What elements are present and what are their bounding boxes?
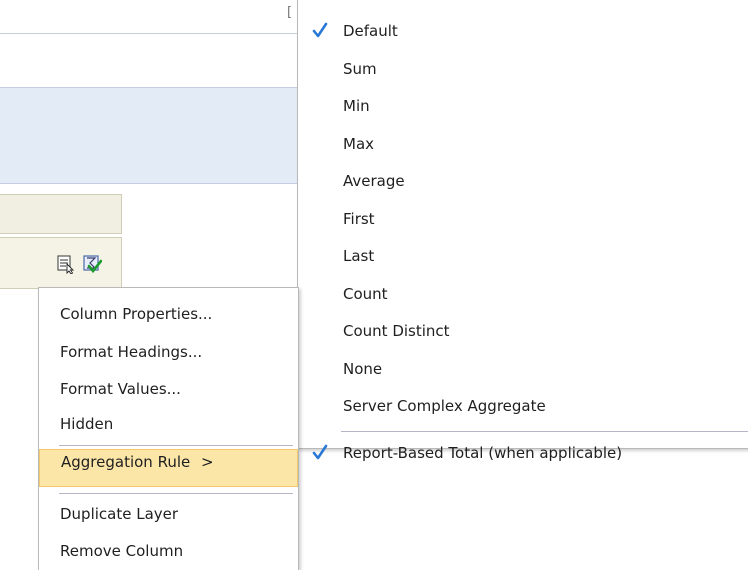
checkmark-icon <box>312 444 328 460</box>
menu-separator <box>59 445 293 446</box>
menu-item-duplicate-layer[interactable]: Duplicate Layer <box>39 499 298 529</box>
submenu-item-label: Count <box>343 285 388 303</box>
submenu-item-report-based-total[interactable]: Report-Based Total (when applicable) <box>298 438 748 468</box>
properties-icon[interactable] <box>56 254 76 274</box>
checklist-icon[interactable] <box>82 254 102 274</box>
submenu-separator <box>341 431 748 432</box>
submenu-item-last[interactable]: Last <box>298 241 748 271</box>
submenu-item-label: Count Distinct <box>343 322 450 340</box>
submenu-item-count[interactable]: Count <box>298 279 748 309</box>
checkmark-icon <box>312 22 328 38</box>
menu-item-label: Format Headings... <box>60 343 203 361</box>
bracket-glyph: [ <box>287 5 293 20</box>
menu-item-label: Format Values... <box>60 380 181 398</box>
submenu-item-average[interactable]: Average <box>298 166 748 196</box>
menu-item-column-properties[interactable]: Column Properties... <box>39 299 298 329</box>
submenu-item-label: Last <box>343 247 375 265</box>
submenu-arrow-icon: > <box>201 453 214 471</box>
submenu-item-default[interactable]: Default <box>298 16 748 46</box>
menu-item-format-values[interactable]: Format Values... <box>39 374 298 404</box>
submenu-item-label: Sum <box>343 60 377 78</box>
menu-item-label: Column Properties... <box>60 305 213 323</box>
submenu-item-sum[interactable]: Sum <box>298 54 748 84</box>
menu-item-label: Hidden <box>60 415 114 433</box>
menu-separator <box>59 493 293 494</box>
menu-item-label: Remove Column <box>60 542 184 560</box>
submenu-item-label: Default <box>343 22 398 40</box>
submenu-item-label: Max <box>343 135 375 153</box>
menu-item-remove-column[interactable]: Remove Column <box>39 536 298 566</box>
submenu-item-min[interactable]: Min <box>298 91 748 121</box>
submenu-item-label: Average <box>343 172 405 190</box>
blue-panel-band <box>0 87 300 184</box>
column-header-cell <box>0 194 122 234</box>
menu-item-hidden[interactable]: Hidden <box>39 409 298 439</box>
menu-item-label: Duplicate Layer <box>60 505 179 523</box>
column-context-menu: Column Properties... Format Headings... … <box>38 287 299 570</box>
submenu-item-label: Server Complex Aggregate <box>343 397 546 415</box>
submenu-item-label: Report-Based Total (when applicable) <box>343 444 623 462</box>
submenu-item-first[interactable]: First <box>298 204 748 234</box>
menu-item-label: Aggregation Rule > <box>61 453 214 471</box>
submenu-item-none[interactable]: None <box>298 354 748 384</box>
header-band <box>0 0 300 34</box>
aggregation-submenu: Default Sum Min Max Average First Last C… <box>297 0 748 462</box>
submenu-item-label: First <box>343 210 375 228</box>
submenu-item-label: Min <box>343 97 370 115</box>
menu-item-format-headings[interactable]: Format Headings... <box>39 337 298 367</box>
submenu-item-server-complex-aggregate[interactable]: Server Complex Aggregate <box>298 391 748 421</box>
submenu-item-count-distinct[interactable]: Count Distinct <box>298 316 748 346</box>
submenu-item-label: None <box>343 360 383 378</box>
submenu-item-max[interactable]: Max <box>298 129 748 159</box>
aggregation-rule-label: Aggregation Rule <box>61 453 191 471</box>
menu-item-aggregation-rule[interactable]: Aggregation Rule > <box>39 449 298 487</box>
